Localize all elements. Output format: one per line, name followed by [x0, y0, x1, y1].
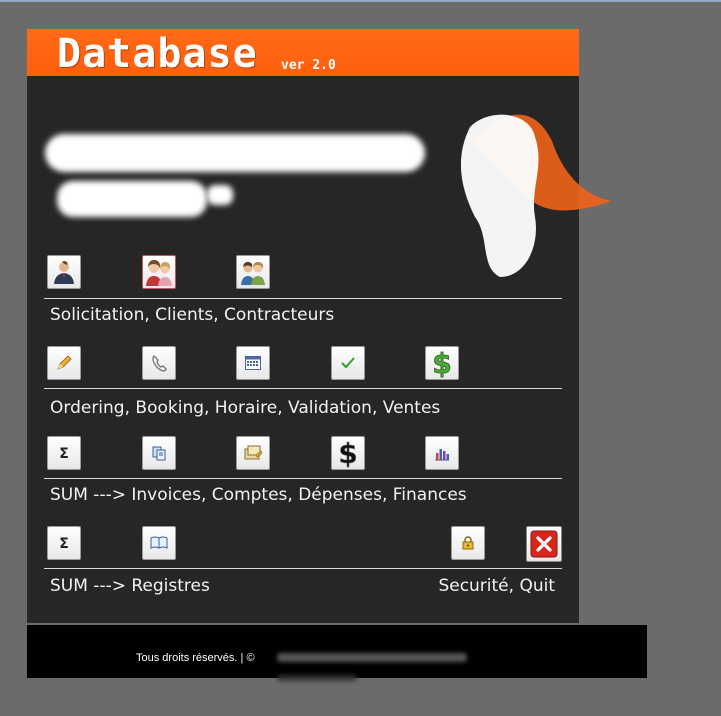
window-top-border — [0, 0, 721, 2]
section-label-finances: SUM ---> Invoices, Comptes, Dépenses, Fi… — [50, 485, 467, 505]
depenses-button[interactable]: $ — [331, 436, 365, 470]
businessman-icon — [54, 261, 74, 284]
app-title: Database — [57, 31, 258, 77]
contracteurs-button[interactable] — [236, 255, 270, 289]
section-label-registres: SUM ---> Registres — [50, 576, 210, 596]
ordering-button[interactable] — [47, 346, 81, 380]
calendar-icon — [245, 356, 261, 370]
clients-icon — [146, 260, 172, 286]
registres-button[interactable] — [142, 526, 176, 560]
booking-button[interactable] — [142, 346, 176, 380]
sum-registres-button[interactable]: Σ — [47, 526, 81, 560]
blurred-logo-subtext — [57, 181, 207, 217]
solicitation-button[interactable] — [47, 255, 81, 289]
blurred-logo-mark — [207, 185, 233, 205]
main-panel: Database ver 2.0 Solicitation, Clients, … — [27, 29, 612, 623]
phone-icon — [152, 355, 167, 372]
securite-button[interactable] — [451, 526, 485, 560]
expenses-icon — [244, 445, 263, 460]
book-icon — [150, 536, 168, 549]
pencil-icon — [57, 355, 72, 370]
checkmark-icon — [341, 357, 355, 369]
contracteurs-icon — [241, 261, 265, 285]
lock-icon — [462, 536, 474, 550]
copyright-text: Tous droits réservés. | © — [136, 652, 255, 664]
finances-button[interactable] — [425, 436, 459, 470]
invoices-button[interactable] — [142, 436, 176, 470]
quit-button[interactable] — [526, 526, 562, 562]
comptes-button[interactable] — [236, 436, 270, 470]
blurred-footer-line — [277, 675, 357, 681]
blurred-copyright-owner — [277, 653, 467, 662]
sigma-icon: Σ — [59, 536, 69, 551]
mascot-graphic — [460, 114, 539, 277]
documents-icon — [152, 446, 166, 461]
section-divider — [44, 388, 562, 389]
footer: Tous droits réservés. | © — [27, 625, 647, 681]
dollar-icon: $ — [338, 438, 358, 468]
validation-button[interactable] — [331, 346, 365, 380]
app-header: Database ver 2.0 — [27, 29, 579, 77]
svg-text:Σ: Σ — [59, 536, 69, 551]
svg-text:$: $ — [338, 438, 357, 468]
blurred-logo-text — [45, 134, 425, 172]
clients-button[interactable] — [142, 255, 176, 289]
app-version: ver 2.0 — [281, 58, 336, 73]
section-label-security: Securité, Quit — [438, 576, 555, 596]
ventes-button[interactable]: $ — [425, 346, 459, 380]
section-divider — [44, 568, 562, 569]
section-divider — [44, 478, 562, 479]
sigma-icon: Σ — [59, 446, 69, 461]
svg-text:Σ: Σ — [59, 446, 69, 461]
section-label-operations: Ordering, Booking, Horaire, Validation, … — [50, 398, 441, 418]
bar-chart-icon — [435, 449, 449, 461]
horaire-button[interactable] — [236, 346, 270, 380]
section-label-people: Solicitation, Clients, Contracteurs — [50, 305, 335, 325]
section-divider — [44, 298, 562, 299]
svg-text:$: $ — [432, 348, 451, 378]
dollar-icon: $ — [432, 348, 452, 378]
sum-finances-button[interactable]: Σ — [47, 436, 81, 470]
close-icon — [530, 530, 558, 558]
